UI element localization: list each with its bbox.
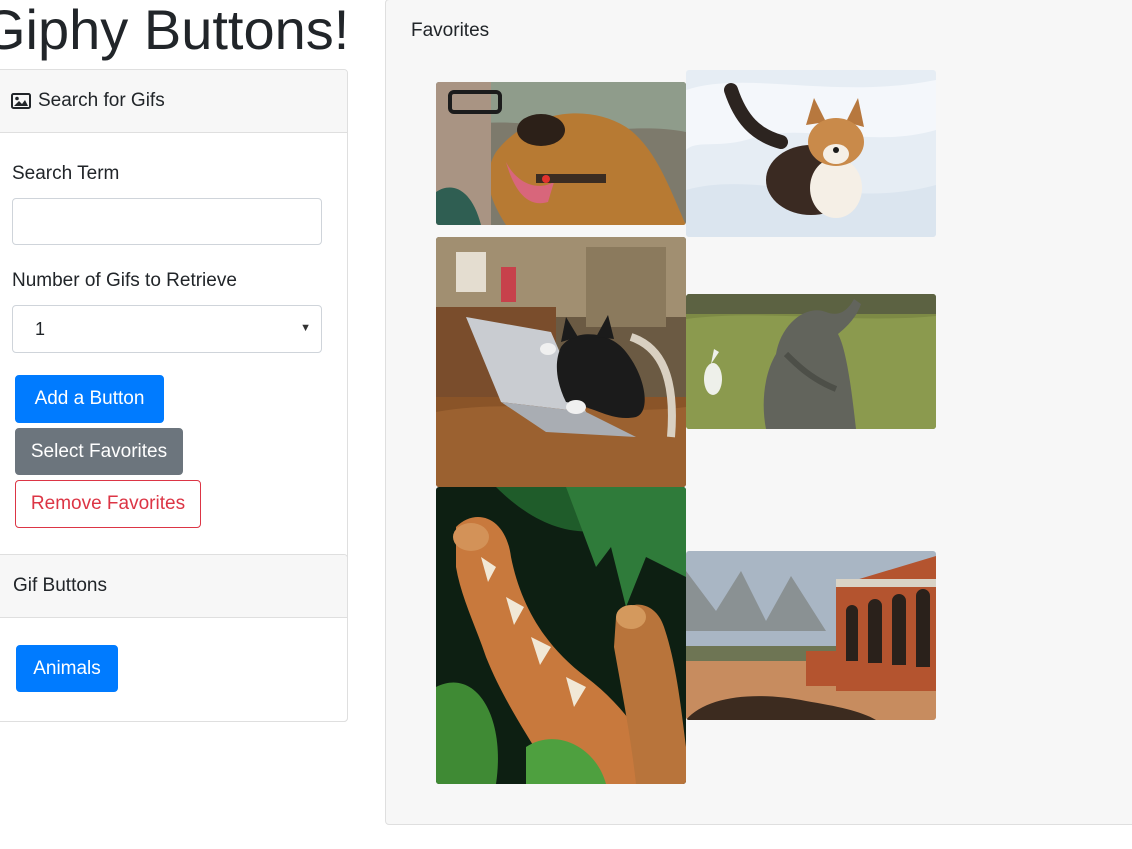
- gif-elephant-and-bird[interactable]: [686, 294, 936, 429]
- search-term-label: Search Term: [12, 163, 120, 184]
- search-card-header: Search for Gifs: [0, 70, 347, 133]
- gif-count-label: Number of Gifs to Retrieve: [12, 270, 237, 291]
- gif-cat-typing-laptop[interactable]: [436, 237, 686, 487]
- gif-buttons-card-title: Gif Buttons: [13, 575, 107, 596]
- gif-dog-with-glasses[interactable]: [436, 82, 686, 225]
- favorites-panel: Favorites: [385, 0, 1132, 825]
- add-button-button[interactable]: Add a Button: [15, 375, 164, 423]
- gif-giraffes-in-leaves[interactable]: [436, 487, 686, 784]
- gif-buttons-card: Gif Buttons Animals: [0, 554, 348, 722]
- image-icon: [11, 93, 31, 109]
- page-title: Giphy Buttons!: [0, 0, 350, 61]
- search-term-input[interactable]: [12, 198, 322, 245]
- chevron-down-icon: ▼: [300, 322, 311, 334]
- gif-count-select[interactable]: 1 ▼: [12, 305, 322, 353]
- favorites-title: Favorites: [411, 20, 490, 41]
- gif-zoo-building[interactable]: [686, 551, 936, 720]
- gif-corgi-in-snow[interactable]: [686, 70, 936, 237]
- gif-count-selected-value: 1: [35, 318, 46, 339]
- remove-favorites-button[interactable]: Remove Favorites: [15, 480, 201, 528]
- search-card-title: Search for Gifs: [38, 90, 165, 111]
- select-favorites-button[interactable]: Select Favorites: [15, 428, 183, 475]
- gif-button-animals[interactable]: Animals: [16, 645, 118, 692]
- gif-buttons-card-header: Gif Buttons: [0, 555, 347, 618]
